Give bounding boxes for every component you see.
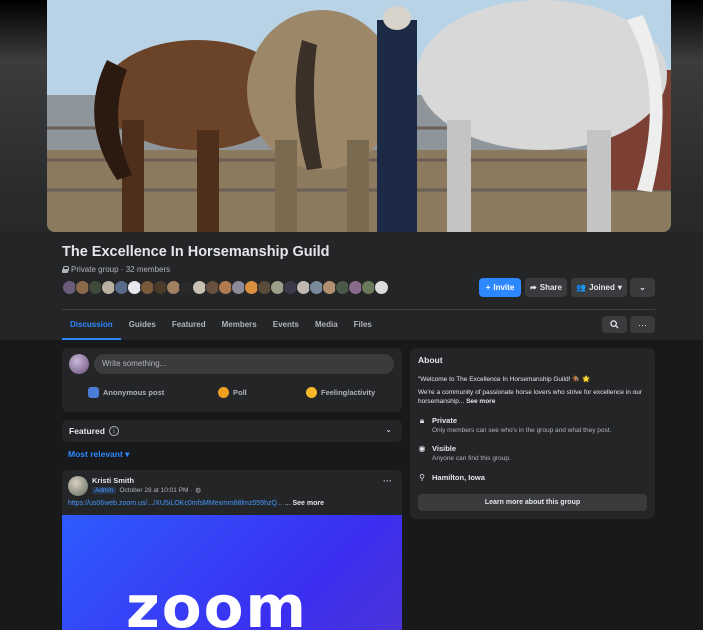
globe-icon: ◍ (195, 487, 202, 494)
more-options-button[interactable]: ··· (630, 316, 655, 333)
horses-illustration (47, 0, 671, 232)
anonymous-icon (88, 387, 99, 398)
zoom-logo-text: zoom (126, 573, 308, 630)
zoom-image[interactable]: zoom (62, 515, 402, 630)
invite-button[interactable]: + Invite (479, 278, 521, 297)
share-arrow-icon: ➦ (530, 283, 537, 292)
member-avatar[interactable] (374, 280, 389, 295)
privacy-row: 🔒︎ Private Only members can see who's in… (419, 416, 612, 434)
post-composer: Write something... Anonymous post Poll F… (62, 348, 402, 412)
post-time[interactable]: October 28 at 10:01 PM · (119, 487, 192, 494)
tab-featured[interactable]: Featured (164, 313, 214, 340)
avatar[interactable] (69, 354, 89, 374)
visibility-row: ◉ Visible Anyone can find this group. (418, 444, 511, 462)
caret-down-icon: ▾ (125, 449, 130, 459)
post-more-button[interactable]: ··· (383, 476, 392, 486)
tab-guides[interactable]: Guides (121, 313, 164, 340)
chevron-down-icon: ⌄ (639, 283, 646, 292)
smiley-icon (306, 387, 317, 398)
post-text: https://us06web.zoom.us/.../XU5iLOKc0mfs… (68, 500, 325, 507)
search-icon (610, 320, 619, 329)
learn-more-button[interactable]: Learn more about this group (418, 494, 647, 511)
header-more-button[interactable]: ⌄ (630, 278, 655, 297)
tab-members[interactable]: Members (214, 313, 265, 340)
tab-discussion[interactable]: Discussion (62, 313, 121, 340)
about-card: About "Welcome to The Excellence In Hors… (410, 348, 655, 519)
share-button[interactable]: ➦ Share (525, 278, 567, 297)
location-pin-icon: ⚲ (419, 473, 425, 482)
more-icon: ··· (638, 319, 647, 330)
lock-icon (62, 266, 69, 273)
about-heading: About (418, 355, 443, 365)
location-row: ⚲ Hamilton, Iowa (419, 473, 485, 482)
featured-section[interactable]: Featured i ⌄ (62, 420, 402, 442)
tab-events[interactable]: Events (265, 313, 307, 340)
zoom-link[interactable]: https://us06web.zoom.us/.../XU5iLOKc0mfs… (68, 500, 283, 507)
group-meta: Private group · 32 members (62, 265, 170, 274)
post-author[interactable]: Kristi Smith (92, 476, 134, 485)
header-divider (62, 309, 655, 310)
caret-down-icon: ▾ (617, 283, 622, 292)
group-tabs: Discussion Guides Featured Members Event… (62, 313, 380, 340)
sort-dropdown[interactable]: Most relevant ▾ (68, 449, 129, 460)
members-icon: 👥 (576, 283, 587, 292)
write-something-input[interactable]: Write something... (94, 354, 394, 374)
group-privacy-members: Private group · 32 members (71, 265, 171, 274)
plus-icon: + (485, 283, 491, 292)
see-more-link[interactable]: See more (292, 500, 324, 507)
member-avatars[interactable] (62, 280, 389, 295)
anonymous-post-button[interactable]: Anonymous post (88, 387, 164, 398)
avatar[interactable] (68, 476, 88, 496)
cover-photo[interactable] (47, 0, 671, 232)
admin-badge: Admin (92, 486, 117, 494)
see-more-link[interactable]: See more (466, 398, 495, 405)
search-button[interactable] (602, 316, 627, 333)
about-welcome: "Welcome to The Excellence In Horsemansh… (418, 376, 591, 383)
group-title[interactable]: The Excellence In Horsemanship Guild (62, 244, 330, 260)
feeling-activity-button[interactable]: Feeling/activity (306, 387, 375, 398)
joined-button[interactable]: 👥 Joined ▾ (571, 278, 627, 297)
tab-media[interactable]: Media (307, 313, 346, 340)
eye-icon: ◉ (418, 444, 426, 453)
lock-icon: 🔒︎ (419, 416, 425, 425)
featured-label: Featured (69, 426, 105, 436)
chevron-down-icon[interactable]: ⌄ (385, 425, 392, 434)
post-card: Kristi Smith Admin October 28 at 10:01 P… (62, 470, 402, 630)
about-description: We're a community of passionate horse lo… (418, 389, 643, 405)
info-icon[interactable]: i (109, 426, 119, 436)
post-subline: Admin October 28 at 10:01 PM · ◍ (92, 486, 201, 494)
poll-icon (218, 387, 229, 398)
tab-files[interactable]: Files (346, 313, 380, 340)
poll-button[interactable]: Poll (218, 387, 247, 398)
